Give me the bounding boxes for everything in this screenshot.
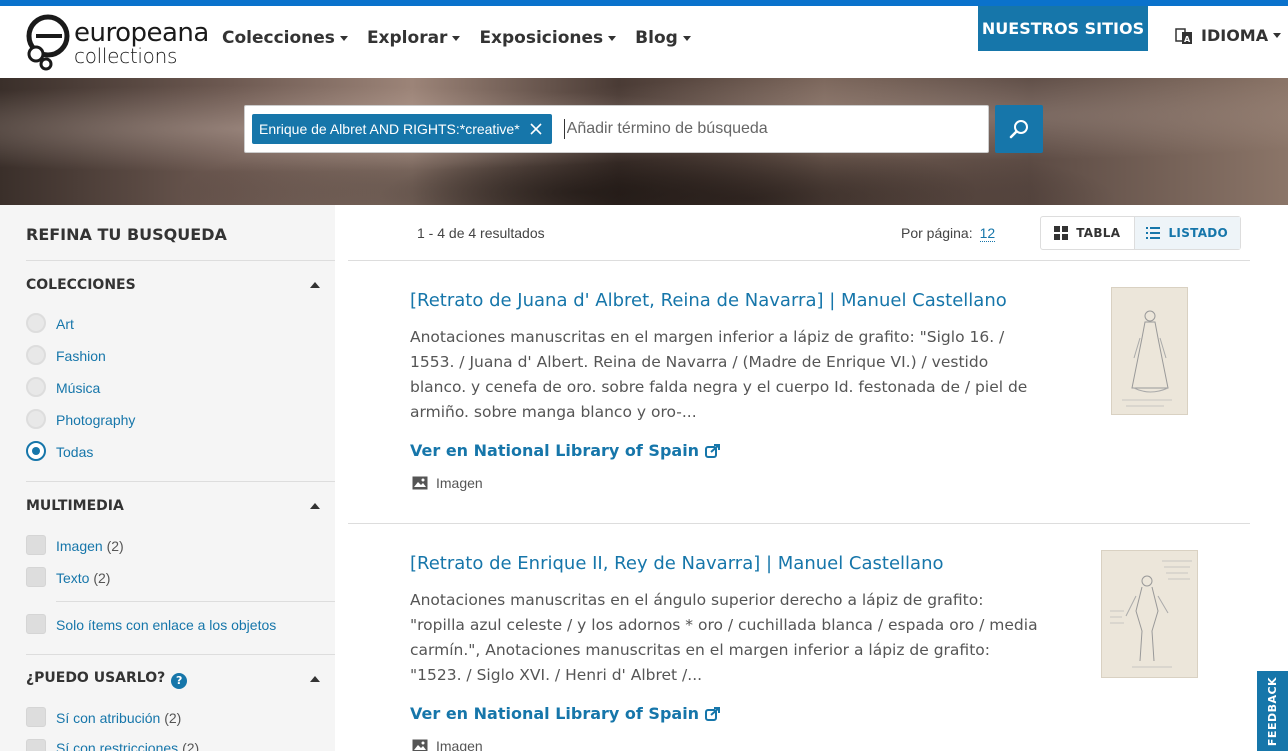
external-link-icon xyxy=(705,706,721,721)
divider xyxy=(26,260,335,261)
main-nav: Colecciones Explorar Exposiciones Blog xyxy=(222,28,710,48)
result-media-type: Imagen xyxy=(412,475,483,491)
refine-title: REFINA TU BUSQUEDA xyxy=(26,225,227,244)
nav-blog[interactable]: Blog xyxy=(635,28,691,48)
chevron-down-icon xyxy=(608,35,617,41)
portrait-sketch-image xyxy=(1102,551,1197,677)
nav-colecciones[interactable]: Colecciones xyxy=(222,28,348,48)
result-description: Anotaciones manuscritas en el ángulo sup… xyxy=(410,591,1038,684)
divider xyxy=(26,654,335,655)
result-media-type: Imagen xyxy=(412,738,483,751)
view-at-provider-link[interactable]: Ver en National Library of Spain xyxy=(410,441,721,460)
list-icon xyxy=(1146,227,1161,239)
collection-option-fashion[interactable]: Fashion xyxy=(56,348,106,364)
divider xyxy=(26,481,335,482)
chevron-down-icon xyxy=(339,35,348,41)
media-option-texto[interactable]: Texto (2) xyxy=(56,570,110,586)
our-sites-button[interactable]: NUESTROS SITIOS xyxy=(978,6,1148,51)
collection-option-photography[interactable]: Photography xyxy=(56,412,135,428)
nav-exposiciones[interactable]: Exposiciones xyxy=(479,28,617,48)
collapse-icon[interactable] xyxy=(310,503,320,509)
language-icon: A xyxy=(1175,27,1192,44)
only-linked-option[interactable]: Solo ítems con enlace a los objetos xyxy=(56,617,276,633)
checkbox-only-linked[interactable] xyxy=(26,614,46,634)
grid-icon xyxy=(1054,226,1069,240)
divider xyxy=(348,523,1250,524)
per-page-select[interactable]: 12 xyxy=(979,225,996,242)
rights-option-restrictions[interactable]: Sí con restricciones (2) xyxy=(56,740,199,751)
search-icon xyxy=(1009,120,1028,139)
logo-text-collections: collections xyxy=(74,44,178,68)
feedback-button[interactable]: FEEDBACK xyxy=(1257,671,1288,751)
view-list-button[interactable]: LISTADO xyxy=(1134,217,1240,249)
collection-option-todas[interactable]: Todas xyxy=(56,444,93,460)
query-chip[interactable]: Enrique de Albret AND RIGHTS:*creative* xyxy=(252,114,552,144)
radio-todas[interactable] xyxy=(26,441,46,461)
facet-collections-title: COLECCIONES xyxy=(26,277,136,293)
checkbox-si-restricciones[interactable] xyxy=(26,739,46,751)
collapse-icon[interactable] xyxy=(310,676,320,682)
view-table-button[interactable]: TABLA xyxy=(1041,217,1135,249)
europeana-logo[interactable]: europeana collections xyxy=(26,14,209,74)
external-link-icon xyxy=(705,443,721,458)
checkbox-imagen[interactable] xyxy=(26,535,46,555)
result-thumbnail[interactable] xyxy=(1111,287,1188,415)
radio-art[interactable] xyxy=(26,313,46,333)
divider xyxy=(348,260,1250,261)
nav-explorar[interactable]: Explorar xyxy=(367,28,461,48)
chevron-down-icon xyxy=(1273,33,1282,38)
search-hero: Enrique de Albret AND RIGHTS:*creative* xyxy=(0,78,1288,205)
search-button[interactable] xyxy=(995,105,1043,153)
search-box: Enrique de Albret AND RIGHTS:*creative* xyxy=(244,105,989,153)
checkbox-si-atribucion[interactable] xyxy=(26,707,46,727)
view-toggle: TABLA LISTADO xyxy=(1040,216,1241,250)
results-summary: 1 - 4 de 4 resultados xyxy=(417,225,545,241)
image-icon xyxy=(412,739,428,751)
divider xyxy=(56,601,335,602)
radio-musica[interactable] xyxy=(26,377,46,397)
close-icon[interactable] xyxy=(530,123,542,135)
view-at-provider-link[interactable]: Ver en National Library of Spain xyxy=(410,704,721,723)
logo-mark-icon xyxy=(26,14,70,71)
checkbox-texto[interactable] xyxy=(26,567,46,587)
collapse-icon[interactable] xyxy=(310,282,320,288)
query-chip-label: Enrique de Albret AND RIGHTS:*creative* xyxy=(259,121,520,137)
chevron-down-icon xyxy=(452,35,461,41)
chevron-down-icon xyxy=(682,35,691,41)
image-icon xyxy=(412,476,428,490)
result-title-link[interactable]: [Retrato de Enrique II, Rey de Navarra] … xyxy=(410,553,944,574)
collection-option-musica[interactable]: Música xyxy=(56,380,100,396)
result-description: Anotaciones manuscritas en el margen inf… xyxy=(410,328,1028,421)
svg-text:A: A xyxy=(1184,35,1191,44)
facet-media-title: MULTIMEDIA xyxy=(26,498,124,514)
search-input[interactable] xyxy=(563,119,964,139)
per-page-control: Por página: 12 xyxy=(901,225,996,242)
collection-option-art[interactable]: Art xyxy=(56,316,74,332)
help-icon[interactable]: ? xyxy=(171,673,188,689)
refine-sidebar: REFINA TU BUSQUEDA COLECCIONES Art Fashi… xyxy=(0,205,335,751)
radio-photography[interactable] xyxy=(26,409,46,429)
media-option-imagen[interactable]: Imagen (2) xyxy=(56,538,124,554)
facet-can-use-title: ¿PUEDO USARLO?? xyxy=(26,670,188,689)
result-title-link[interactable]: [Retrato de Juana d' Albret, Reina de Na… xyxy=(410,290,1007,311)
language-menu[interactable]: A IDIOMA xyxy=(1175,26,1282,45)
radio-fashion[interactable] xyxy=(26,345,46,365)
rights-option-attribution[interactable]: Sí con atribución (2) xyxy=(56,710,181,726)
portrait-sketch-image xyxy=(1112,288,1187,414)
result-thumbnail[interactable] xyxy=(1101,550,1198,678)
